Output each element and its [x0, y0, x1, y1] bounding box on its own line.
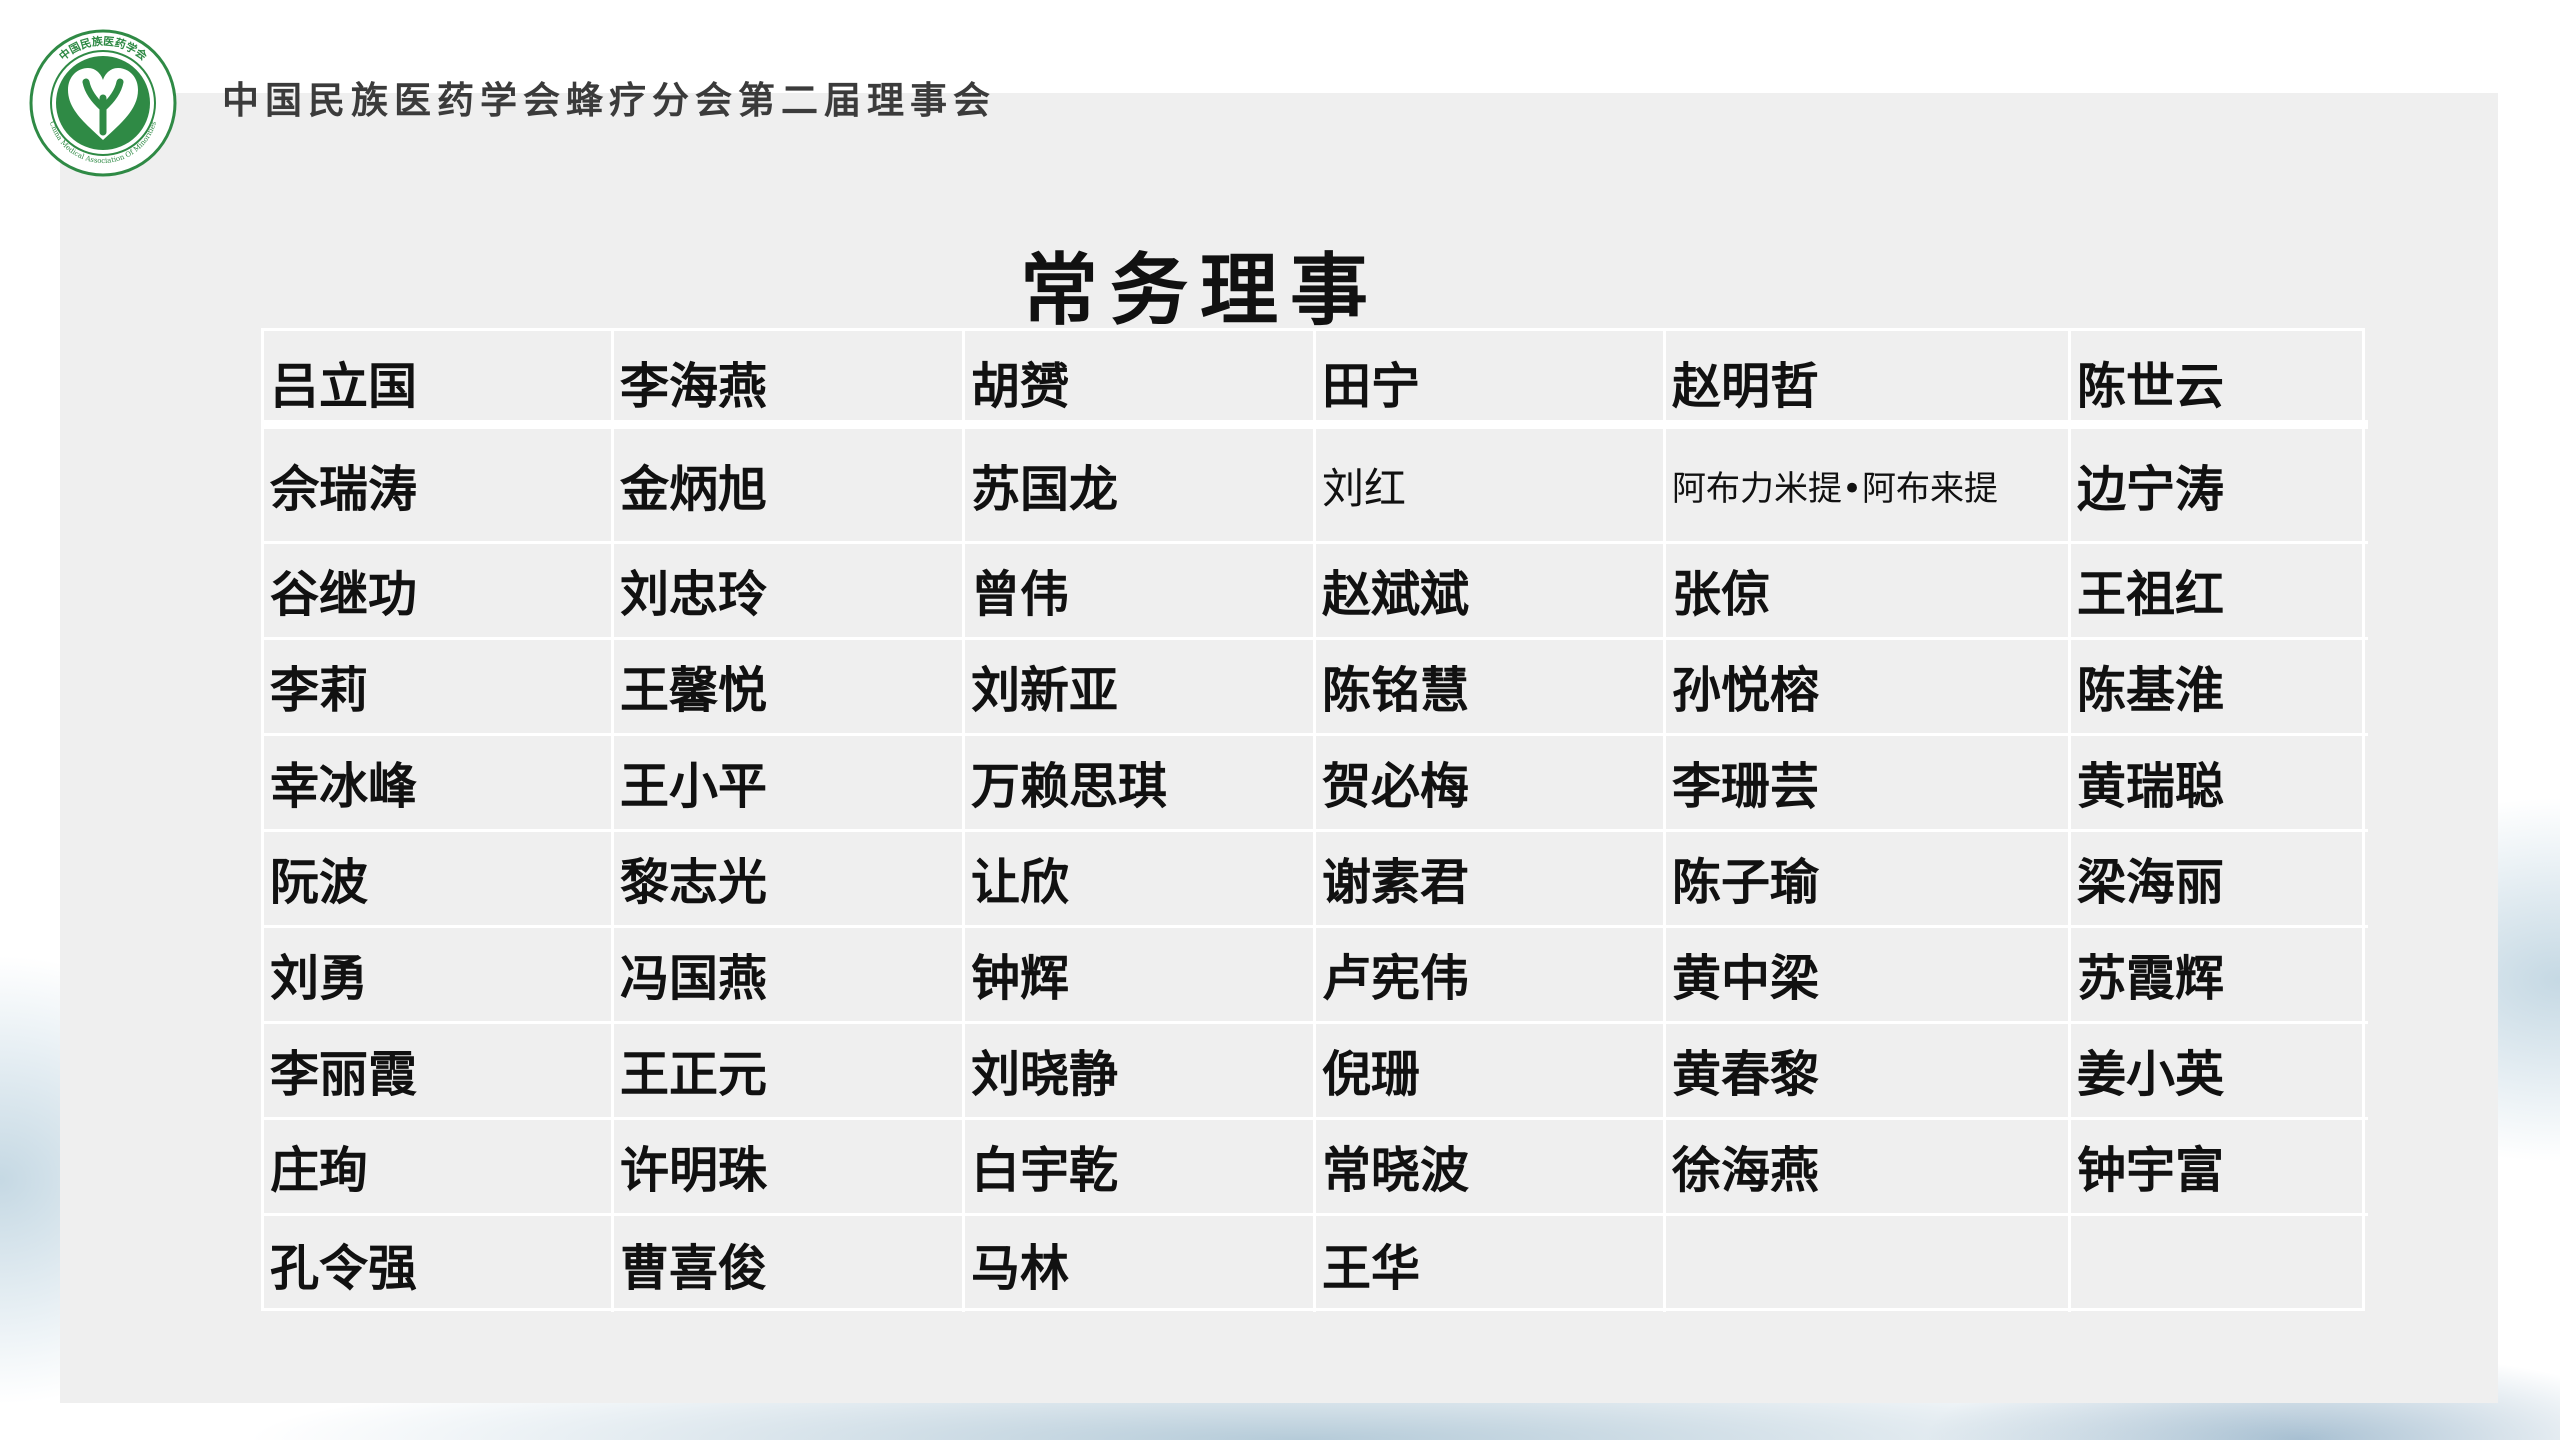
table-cell: 赵斌斌: [1316, 544, 1666, 640]
association-logo: 中国民族医药学会 China Medical Association Of Mi…: [29, 29, 177, 177]
table-cell: 刘新亚: [965, 640, 1316, 736]
table-cell: 金炳旭: [614, 429, 965, 544]
table-cell: 卢宪伟: [1316, 928, 1666, 1024]
table-cell: 孔令强: [264, 1216, 614, 1312]
table-cell: 李莉: [264, 640, 614, 736]
table-cell: 孙悦榕: [1666, 640, 2071, 736]
table-cell: 张倞: [1666, 544, 2071, 640]
table-cell: 曾伟: [965, 544, 1316, 640]
table-cell: 李丽霞: [264, 1024, 614, 1120]
table-cell: 徐海燕: [1666, 1120, 2071, 1216]
table-cell: 王馨悦: [614, 640, 965, 736]
table-cell: 王小平: [614, 736, 965, 832]
table-cell: 倪珊: [1316, 1024, 1666, 1120]
table-cell: 赵明哲: [1666, 331, 2071, 429]
table-cell: 边宁涛: [2071, 429, 2368, 544]
table-cell: 陈铭慧: [1316, 640, 1666, 736]
table-cell: 钟宇富: [2071, 1120, 2368, 1216]
table-cell: 幸冰峰: [264, 736, 614, 832]
table-cell: 胡赟: [965, 331, 1316, 429]
table-cell: 吕立国: [264, 331, 614, 429]
table-cell: [1666, 1216, 2071, 1312]
table-cell: 刘晓静: [965, 1024, 1316, 1120]
table-cell: 阮波: [264, 832, 614, 928]
table-cell: 苏国龙: [965, 429, 1316, 544]
table-cell: 让欣: [965, 832, 1316, 928]
table-cell: 刘忠玲: [614, 544, 965, 640]
table-cell: 谷继功: [264, 544, 614, 640]
table-cell: 冯国燕: [614, 928, 965, 1024]
table-cell: 贺必梅: [1316, 736, 1666, 832]
table-cell: 姜小英: [2071, 1024, 2368, 1120]
table-cell: 常晓波: [1316, 1120, 1666, 1216]
table-cell: 陈世云: [2071, 331, 2368, 429]
table-cell: 黎志光: [614, 832, 965, 928]
table-cell: 许明珠: [614, 1120, 965, 1216]
table-cell: [2071, 1216, 2368, 1312]
page-title: 常务理事: [1019, 246, 1380, 336]
member-table: 吕立国 李海燕 胡赟 田宁 赵明哲 陈世云 佘瑞涛 金炳旭 苏国龙 刘红 阿布力…: [261, 328, 2368, 1312]
table-cell: 佘瑞涛: [264, 429, 614, 544]
organization-title: 中国民族医药学会蜂疗分会第二届理事会: [222, 78, 996, 122]
table-cell: 万赖思琪: [965, 736, 1316, 832]
table-cell: 刘勇: [264, 928, 614, 1024]
table-cell: 陈基淮: [2071, 640, 2368, 736]
table-cell: 王正元: [614, 1024, 965, 1120]
table-cell: 黄瑞聪: [2071, 736, 2368, 832]
table-cell: 李珊芸: [1666, 736, 2071, 832]
table-cell: 马林: [965, 1216, 1316, 1312]
table-cell: 钟辉: [965, 928, 1316, 1024]
table-cell: 谢素君: [1316, 832, 1666, 928]
table-cell: 王祖红: [2071, 544, 2368, 640]
table-cell: 苏霞辉: [2071, 928, 2368, 1024]
table-cell: 曹喜俊: [614, 1216, 965, 1312]
table-cell: 陈子瑜: [1666, 832, 2071, 928]
table-cell: 梁海丽: [2071, 832, 2368, 928]
table-cell: 李海燕: [614, 331, 965, 429]
table-cell: 白宇乾: [965, 1120, 1316, 1216]
table-cell: 庄珣: [264, 1120, 614, 1216]
table-cell: 王华: [1316, 1216, 1666, 1312]
table-cell: 刘红: [1316, 429, 1666, 544]
table-cell: 田宁: [1316, 331, 1666, 429]
table-cell: 阿布力米提•阿布来提: [1666, 429, 2071, 544]
table-cell: 黄中梁: [1666, 928, 2071, 1024]
table-cell: 黄春黎: [1666, 1024, 2071, 1120]
